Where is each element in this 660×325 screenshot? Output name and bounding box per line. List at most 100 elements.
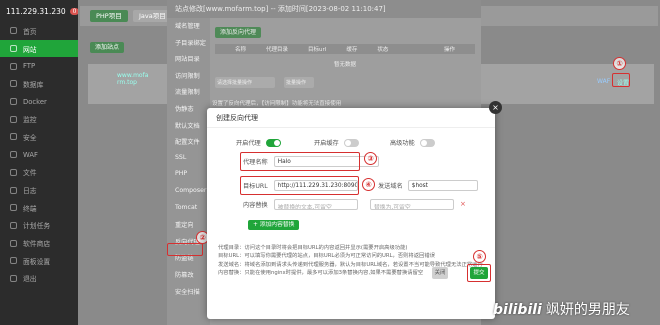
annotation-4: ④ [362,178,375,191]
site-nav-item[interactable]: Tomcat [167,201,210,218]
highlight-target-url [240,176,359,195]
add-site-button[interactable]: 添加站点 [90,42,125,53]
watermark: bilibili 飒妍的男朋友 [493,299,630,319]
cache-row: 开启缓存 [314,138,359,147]
bulk-exec-button[interactable]: 批量操作 [284,77,314,88]
enable-proxy-label: 开启代理 [236,140,261,147]
site-nav-item[interactable]: 默认文档 [167,118,210,135]
tab-java-project[interactable]: Java项目 [133,10,172,22]
advanced-toggle[interactable] [419,138,435,147]
sidebar-item[interactable]: 终端 [0,199,78,217]
send-domain-row: 发送域名 $host [378,180,478,191]
sidebar-item-icon [10,133,17,141]
highlight-reverse-proxy [167,243,203,256]
site-nav-item[interactable]: 防篡改 [167,267,210,284]
col-status: 状态 [377,47,389,53]
sidebar-item-icon [10,151,17,159]
site-nav-item[interactable]: Composer [167,184,210,201]
sidebar-item[interactable]: 软件商店 [0,234,78,252]
col-target-url: 目标url [308,47,327,53]
sidebar-item-label: 数据库 [23,80,44,89]
sidebar-item-icon [10,98,17,106]
enable-cache-toggle[interactable] [343,138,359,147]
sidebar-item[interactable]: WAF [0,146,78,164]
server-ip: 111.229.31.230 [6,6,66,16]
close-icon[interactable]: × [489,101,502,114]
sidebar-item-label: 软件商店 [23,240,51,249]
proxy-tip: 设置了反向代理后，【访问限制】功能将无法直接使用 [212,101,342,107]
sidebar-item-icon [10,257,17,265]
site-name-link[interactable]: www.mofa rm.top [117,72,152,86]
sidebar-item[interactable]: 日志 [0,181,78,199]
site-nav-item[interactable]: 安全扫描 [167,284,210,301]
replace-from-input[interactable]: 被替换的文本,可留空 [273,199,358,210]
replace-to-input[interactable]: 替换为,可留空 [370,199,454,210]
content-replace-label: 内容替换 [243,202,268,209]
col-proxy-dir: 代理目录 [266,47,289,53]
sidebar-item[interactable]: 首页 [0,22,78,40]
site-nav-item[interactable]: 伪静态 [167,101,210,118]
sidebar-item-icon [10,221,17,229]
site-nav-item[interactable]: 网站目录 [167,51,210,68]
content-replace-row: 内容替换 被替换的文本,可留空 [243,199,358,210]
sidebar-item-label: 退出 [23,275,37,284]
sidebar-item[interactable]: 计划任务 [0,217,78,235]
site-nav-item[interactable]: 配置文件 [167,134,210,151]
sidebar-item[interactable]: 网站 [0,39,78,58]
site-nav-item[interactable]: SSL [167,151,210,168]
sidebar-item[interactable]: FTP [0,57,78,75]
site-nav-item[interactable]: PHP [167,167,210,184]
sidebar-item-label: 计划任务 [23,222,51,231]
sidebar-item-icon [10,45,17,53]
sidebar-item-label: 网站 [23,45,37,54]
add-content-replace-button[interactable]: + 添加内容替换 [248,220,300,230]
sidebar-item[interactable]: 文件 [0,164,78,182]
sidebar-item[interactable]: 监控 [0,110,78,128]
highlight-submit [467,264,491,282]
sidebar-item[interactable]: 面板设置 [0,252,78,270]
enable-proxy-toggle[interactable] [265,138,281,147]
site-nav-item[interactable]: 访问限制 [167,68,210,85]
sidebar-item-icon [10,115,17,123]
sidebar-item-icon [10,62,17,70]
sidebar: 111.229.31.230 0 首页网站 FTP 数据库 Docker 监控 安全 WAF… [0,0,80,325]
highlight-setting [612,73,630,87]
remove-row-icon[interactable]: × [460,200,466,208]
site-nav-item[interactable]: 流量限制 [167,84,210,101]
bulk-select[interactable]: 请选择批量操作 [215,77,275,88]
col-action: 操作 [443,47,455,53]
send-domain-input[interactable]: $host [407,180,478,191]
sidebar-item-icon [10,27,17,35]
sidebar-item-icon [10,168,17,176]
annotation-5: ⑤ [473,250,486,263]
note-line: 代理目录：访问这个目录时将会把目标URL的内容返回并显示(需要开启高级功能) [218,245,408,251]
sidebar-item[interactable]: 安全 [0,128,78,146]
add-reverse-proxy-button[interactable]: 添加反向代理 [215,27,262,38]
sidebar-item-label: WAF [23,150,38,159]
close-button[interactable]: 关闭 [432,267,448,279]
highlight-proxy-name [240,152,360,171]
advanced-label: 高级功能 [390,140,415,147]
sidebar-item-label: 日志 [23,187,37,196]
site-nav-item[interactable]: 域名管理 [167,18,210,35]
create-proxy-title: 创建反向代理 [207,108,495,128]
waf-link[interactable]: WAF [597,78,610,85]
enable-cache-label: 开启缓存 [314,140,339,147]
server-info: 111.229.31.230 0 [0,0,80,22]
site-nav-item[interactable]: 子目录绑定 [167,35,210,52]
col-name: 名称 [235,47,247,53]
note-line: 目标URL：可以填写你需要代理的站点，目标URL必须为可正常访问的URL，否则将… [218,253,435,260]
sidebar-item-label: FTP [23,62,36,71]
advanced-row: 高级功能 [390,138,435,147]
annotation-1: ① [613,57,626,70]
sidebar-item-icon [10,204,17,212]
bilibili-logo: bilibili [493,302,542,318]
tab-php-project[interactable]: PHP项目 [90,10,128,22]
sidebar-item[interactable]: 退出 [0,270,78,288]
sidebar-item-label: 面板设置 [23,257,51,266]
sidebar-item[interactable]: 数据库 [0,75,78,93]
sidebar-item[interactable]: Docker [0,93,78,111]
col-cache: 缓存 [346,47,358,53]
sidebar-item-label: 文件 [23,169,37,178]
toggle-row: 开启代理 [236,138,281,147]
